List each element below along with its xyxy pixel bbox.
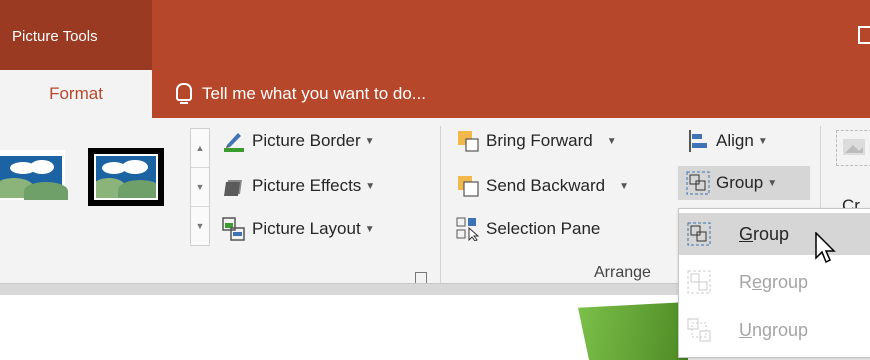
group-objects-icon <box>687 222 711 246</box>
pencil-border-icon <box>222 129 246 153</box>
bring-forward-button[interactable]: Bring Forward ▼ <box>456 126 617 156</box>
chevron-down-icon: ▼ <box>364 135 375 147</box>
send-backward-button[interactable]: Send Backward ▼ <box>456 171 629 201</box>
chevron-down-icon: ▼ <box>619 180 629 192</box>
gallery-scroll-up-icon[interactable]: ▲ <box>191 129 209 168</box>
group-dropdown-menu: Group Regroup Ungroup <box>678 208 870 358</box>
picture-layout-label: Picture Layout <box>252 219 361 238</box>
group-button-label: Group <box>716 173 764 192</box>
menu-item-regroup[interactable]: Regroup <box>679 261 870 303</box>
mouse-cursor-icon <box>815 231 837 266</box>
arrange-group-label: Arrange <box>594 264 651 281</box>
group-objects-icon <box>686 171 710 195</box>
picture-effects-label: Picture Effects <box>252 176 362 195</box>
align-label: Align <box>716 131 754 150</box>
lightbulb-icon <box>176 83 192 104</box>
send-backward-icon <box>456 174 480 198</box>
picture-style-thumbnail[interactable] <box>0 150 68 200</box>
tab-format[interactable]: Format <box>0 70 152 118</box>
chevron-down-icon: ▼ <box>767 177 778 189</box>
gallery-more-icon[interactable]: ▼ <box>191 207 209 245</box>
selection-pane-icon <box>456 217 480 242</box>
selection-pane-button[interactable]: Selection Pane <box>456 214 600 244</box>
align-icon <box>686 129 710 153</box>
menu-item-ungroup[interactable]: Ungroup <box>679 309 870 351</box>
picture-effects-icon <box>222 174 246 198</box>
chevron-down-icon: ▼ <box>606 135 617 147</box>
bring-forward-icon <box>456 129 480 153</box>
chevron-down-icon: ▼ <box>364 223 375 235</box>
picture-layout-button[interactable]: Picture Layout ▼ <box>222 214 375 244</box>
chevron-down-icon: ▼ <box>365 180 376 192</box>
selection-pane-label: Selection Pane <box>486 219 601 238</box>
picture-effects-button[interactable]: Picture Effects ▼ <box>222 171 375 201</box>
tell-me-search[interactable]: Tell me what you want to do... <box>176 83 426 104</box>
picture-border-button[interactable]: Picture Border ▼ <box>222 126 375 156</box>
picture-tools-context-tab: Picture Tools <box>0 0 152 70</box>
tab-format-label: Format <box>49 84 103 103</box>
regroup-icon <box>687 270 711 294</box>
bring-forward-label: Bring Forward <box>486 131 593 150</box>
crop-picture-icon[interactable] <box>836 130 870 166</box>
gallery-scroll-down-icon[interactable]: ▼ <box>191 168 209 207</box>
picture-layout-icon <box>222 217 246 241</box>
restore-window-icon[interactable] <box>858 26 870 44</box>
align-button[interactable]: Align ▼ <box>686 126 768 156</box>
group-separator <box>440 126 441 286</box>
menu-item-ungroup-label: Ungroup <box>739 319 809 340</box>
picture-tools-label: Picture Tools <box>12 28 98 45</box>
menu-item-group[interactable]: Group <box>679 213 870 255</box>
ribbon-tab-row: Format Tell me what you want to do... <box>0 70 870 118</box>
menu-item-regroup-label: Regroup <box>739 271 809 292</box>
tell-me-text: Tell me what you want to do... <box>202 84 426 103</box>
picture-style-thumbnail-selected[interactable] <box>88 148 164 206</box>
chevron-down-icon: ▼ <box>757 135 768 147</box>
title-bar: Picture Tools <box>0 0 870 70</box>
gallery-scrollbar[interactable]: ▲ ▼ ▼ <box>190 128 210 246</box>
group-button[interactable]: Group ▼ <box>686 168 777 198</box>
ungroup-icon <box>687 318 711 342</box>
menu-item-group-label: Group <box>739 223 790 244</box>
send-backward-label: Send Backward <box>486 176 606 195</box>
slide-green-shape[interactable] <box>578 302 688 360</box>
picture-border-label: Picture Border <box>252 131 361 150</box>
